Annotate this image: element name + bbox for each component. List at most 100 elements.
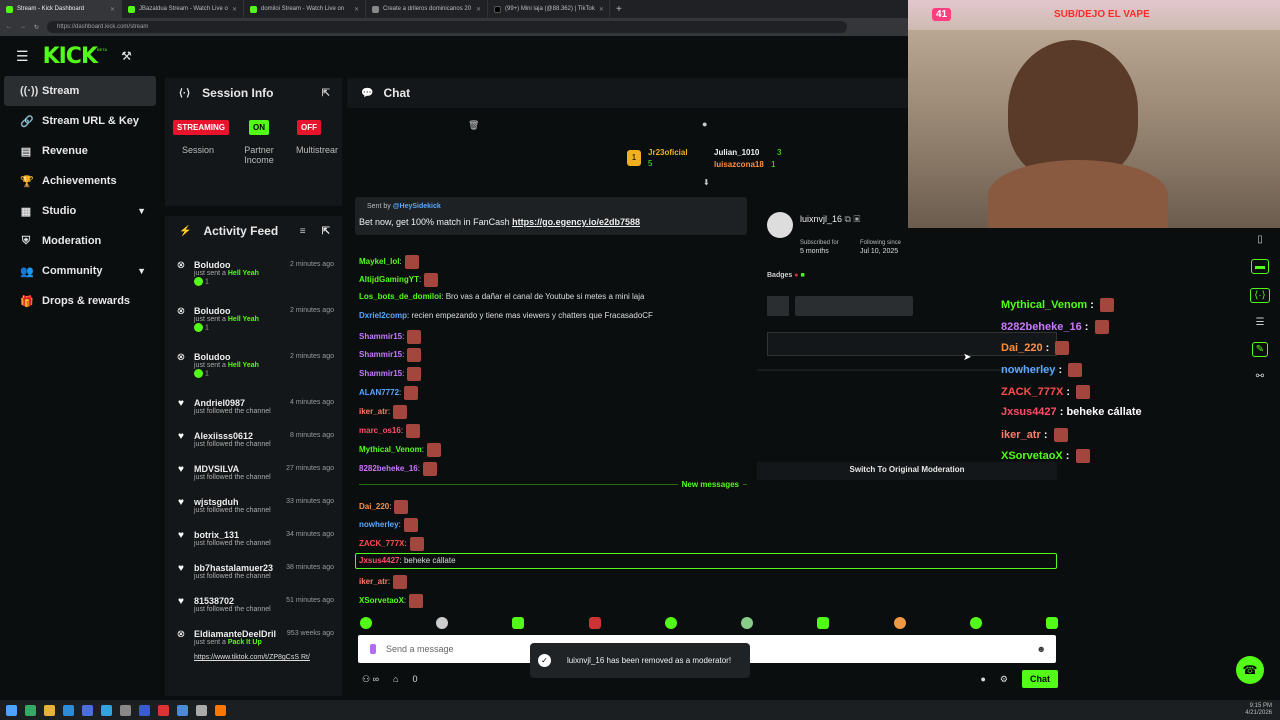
users-infinity-icon[interactable]: ⚇ ∞ bbox=[362, 674, 379, 685]
wrench-icon[interactable]: ✎ bbox=[1251, 342, 1269, 357]
chat-username[interactable]: Shammir15 bbox=[359, 369, 402, 378]
chat-username[interactable]: AltijdGamingYT bbox=[359, 275, 419, 284]
taskbar-app-icon[interactable] bbox=[82, 704, 93, 716]
sidebar-item-studio[interactable]: ▦ Studio ▼ bbox=[4, 196, 156, 226]
layers-icon[interactable]: ☰ bbox=[1256, 317, 1265, 328]
browser-tab[interactable]: (99+) Mini laja (@88.362) | TikTok ✕ bbox=[488, 0, 610, 18]
menu-icon[interactable]: ☰ bbox=[16, 48, 29, 65]
obs-icon[interactable] bbox=[158, 704, 169, 716]
action-button[interactable] bbox=[795, 296, 913, 316]
chat-username[interactable]: ZACK_777X bbox=[359, 539, 404, 548]
emote-icon[interactable] bbox=[893, 617, 906, 629]
windows-start-icon[interactable] bbox=[6, 704, 17, 716]
arrow-down-icon[interactable]: ⬇ bbox=[703, 178, 710, 187]
emote-icon bbox=[422, 462, 437, 476]
chat-username[interactable]: 8282beheke_16 bbox=[359, 464, 418, 473]
emote-icon[interactable] bbox=[436, 617, 449, 629]
switch-original-moderation-button[interactable]: Switch To Original Moderation bbox=[757, 462, 1057, 480]
browser-tab[interactable]: Stream - Kick Dashboard ✕ bbox=[0, 0, 122, 18]
chat-message: Mythical_Venom: bbox=[359, 443, 441, 457]
forward-icon[interactable]: → bbox=[20, 24, 26, 30]
sidebar-item-drops-rewards[interactable]: 🎁 Drops & rewards bbox=[4, 286, 156, 316]
pinned-message: Sent by @HeySidekick Bet now, get 100% m… bbox=[355, 197, 747, 235]
telegram-icon[interactable] bbox=[101, 704, 112, 716]
browser-tab[interactable]: domiloi Stream - Watch Live on ✕ bbox=[244, 0, 366, 18]
chat-username[interactable]: Dai_220 bbox=[359, 502, 389, 511]
back-icon[interactable]: ← bbox=[6, 24, 12, 30]
popout-icon[interactable]: ⇱ bbox=[322, 226, 330, 237]
close-icon[interactable]: ✕ bbox=[476, 6, 481, 13]
taskbar-app-icon[interactable] bbox=[196, 704, 207, 716]
action-button[interactable] bbox=[767, 296, 789, 316]
taskbar-app-icon[interactable] bbox=[25, 704, 36, 716]
chat-username[interactable]: marc_os16 bbox=[359, 426, 401, 435]
new-tab-icon[interactable]: + bbox=[616, 4, 622, 15]
emote-icon[interactable] bbox=[664, 617, 677, 629]
file-icon[interactable]: ▯ bbox=[1257, 234, 1263, 245]
edit-icon[interactable]: ▣ bbox=[854, 214, 861, 224]
chat-username[interactable]: iker_atr bbox=[359, 577, 388, 586]
browser-tab[interactable]: JBazaldua Stream - Watch Live o ✕ bbox=[122, 0, 244, 18]
trash-icon[interactable]: 🗑 bbox=[468, 120, 479, 131]
chat-username[interactable]: Maykel_lol bbox=[359, 257, 399, 266]
close-icon[interactable]: ✕ bbox=[599, 6, 604, 13]
sidebar-item-community[interactable]: 👥 Community ▼ bbox=[4, 256, 156, 286]
chat-username[interactable]: Shammir15 bbox=[359, 350, 402, 359]
copy-icon[interactable]: ⧉ bbox=[845, 214, 851, 224]
clock[interactable]: 9:15 PM 4/21/2026 bbox=[1245, 703, 1272, 717]
browser-tab[interactable]: Create a drileros dominicanos 20 ✕ bbox=[366, 0, 488, 18]
emote-icon[interactable] bbox=[360, 617, 372, 629]
close-icon[interactable]: ✕ bbox=[354, 6, 359, 13]
chat-tool-icon[interactable]: ▬ bbox=[1251, 259, 1269, 274]
emote-icon[interactable] bbox=[741, 617, 754, 629]
folder-icon[interactable] bbox=[44, 704, 55, 716]
chrome-icon[interactable] bbox=[63, 704, 74, 716]
emote-icon[interactable] bbox=[588, 617, 601, 629]
chat-settings-icon[interactable]: ● bbox=[980, 674, 985, 684]
chat-username[interactable]: Los_bots_de_domiloi bbox=[359, 292, 441, 301]
store-icon[interactable]: ⌂ bbox=[393, 674, 398, 684]
taskbar-app-icon[interactable] bbox=[215, 704, 226, 716]
sidebar-item-stream-url-key[interactable]: 🔗 Stream URL & Key bbox=[4, 106, 156, 136]
taskbar-app-icon[interactable] bbox=[120, 704, 131, 716]
chat-username[interactable]: ALAN7772 bbox=[359, 388, 399, 397]
popout-icon[interactable]: ⇱ bbox=[322, 88, 330, 99]
kick-logo[interactable]: KICK bbox=[43, 44, 98, 69]
chat-username[interactable]: nowherley bbox=[359, 520, 399, 529]
emote-icon[interactable] bbox=[817, 617, 830, 629]
close-icon[interactable]: ✕ bbox=[110, 6, 115, 13]
chat-message: Los_bots_de_domiloi: Bro vas a dañar el … bbox=[359, 292, 645, 301]
chat-bubble-icon[interactable]: ● bbox=[702, 119, 707, 129]
close-icon[interactable]: ✕ bbox=[232, 6, 237, 13]
emote-icon[interactable] bbox=[969, 617, 982, 629]
pin-icon[interactable]: ⚒ bbox=[121, 49, 132, 63]
filter-icon[interactable]: ≡ bbox=[300, 226, 306, 237]
gear-icon[interactable]: ⚙ bbox=[1000, 674, 1008, 685]
emoji-icon[interactable]: ☻ bbox=[1037, 644, 1046, 654]
share-icon[interactable]: ⚯ bbox=[1256, 371, 1264, 382]
chat-username[interactable]: iker_atr bbox=[359, 407, 388, 416]
chat-username[interactable]: Shammir15 bbox=[359, 332, 402, 341]
sidebar-item-achievements[interactable]: 🏆 Achievements bbox=[4, 166, 156, 196]
mic-icon[interactable] bbox=[370, 644, 376, 654]
pinned-link[interactable]: https://go.egency.io/e2db7588 bbox=[512, 217, 640, 227]
sidebar-item-moderation[interactable]: ⛨ Moderation bbox=[4, 226, 156, 256]
broadcast-tool-icon[interactable]: ⟨·⟩ bbox=[1250, 288, 1270, 303]
on-badge: ON bbox=[249, 120, 269, 135]
support-button[interactable]: ☎ bbox=[1236, 656, 1264, 684]
sidebar-item-stream[interactable]: ((·)) Stream bbox=[4, 76, 156, 106]
sidebar-item-revenue[interactable]: ▤ Revenue bbox=[4, 136, 156, 166]
chat-username[interactable]: Mythical_Venom bbox=[359, 445, 422, 454]
activity-link[interactable]: https://www.tiktok.com/t/ZP8gCsS Rt/ bbox=[194, 654, 334, 661]
chevron-down-icon[interactable]: ▼ bbox=[137, 206, 146, 216]
taskbar-app-icon[interactable] bbox=[177, 704, 188, 716]
taskbar-app-icon[interactable] bbox=[139, 704, 150, 716]
chat-username[interactable]: Dxriel2comp bbox=[359, 311, 407, 320]
emote-icon[interactable] bbox=[1045, 617, 1058, 629]
url-field[interactable]: https://dashboard.kick.com/stream bbox=[47, 21, 848, 33]
emote-icon[interactable] bbox=[512, 617, 525, 629]
chevron-down-icon[interactable]: ▼ bbox=[137, 266, 146, 276]
chat-send-button[interactable]: Chat bbox=[1022, 670, 1058, 688]
chat-username[interactable]: XSorvetaoX bbox=[359, 596, 404, 605]
reload-icon[interactable]: ↻ bbox=[34, 24, 39, 31]
